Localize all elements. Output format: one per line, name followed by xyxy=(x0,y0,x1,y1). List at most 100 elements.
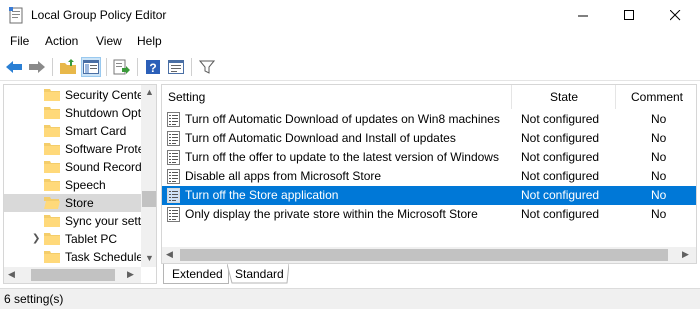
up-one-level-button[interactable] xyxy=(58,57,78,77)
menu-action[interactable]: Action xyxy=(45,34,78,48)
setting-name: Turn off the offer to update to the late… xyxy=(185,150,499,164)
folder-icon xyxy=(44,89,60,101)
show-hide-tree-icon xyxy=(83,60,99,74)
policy-setting-icon xyxy=(167,188,180,203)
folder-icon xyxy=(44,161,60,173)
maximize-button[interactable] xyxy=(606,0,652,31)
setting-comment: No xyxy=(651,131,667,145)
setting-name: Only display the private store within th… xyxy=(185,207,478,221)
close-button[interactable] xyxy=(652,0,698,31)
menu-file[interactable]: File xyxy=(10,34,29,48)
properties-icon xyxy=(168,60,184,74)
tree-item-label: Store xyxy=(65,196,94,210)
back-arrow-icon xyxy=(6,61,22,73)
menu-bar: File Action View Help xyxy=(0,31,700,52)
folder-icon xyxy=(44,107,60,119)
column-header-setting[interactable]: Setting xyxy=(162,85,512,109)
chevron-right-icon[interactable]: ❯ xyxy=(32,233,40,244)
tree-item-smart-card[interactable]: Smart Card xyxy=(4,122,141,140)
toolbar-separator xyxy=(106,58,107,76)
scroll-right-icon[interactable]: ▶ xyxy=(127,270,134,279)
tree-item-task-scheduler[interactable]: Task Schedule xyxy=(4,248,143,266)
table-row[interactable]: Turn off Automatic Download of updates o… xyxy=(162,110,696,129)
svg-text:?: ? xyxy=(149,61,156,75)
column-header-state[interactable]: State xyxy=(512,85,616,109)
setting-name: Turn off Automatic Download and Install … xyxy=(185,131,456,145)
tab-extended[interactable]: Extended xyxy=(163,264,229,284)
forward-button[interactable] xyxy=(27,57,47,77)
table-row[interactable]: Only display the private store within th… xyxy=(162,205,696,224)
setting-state: Not configured xyxy=(521,188,600,202)
tree-item-software-protection[interactable]: Software Prote xyxy=(4,140,145,158)
tree-item-tablet-pc[interactable]: ❯ Tablet PC xyxy=(4,230,141,248)
tree-item-store[interactable]: Store xyxy=(4,194,141,212)
tab-label: Extended xyxy=(172,267,223,281)
table-row[interactable]: Turn off Automatic Download and Install … xyxy=(162,129,696,148)
help-button[interactable]: ? xyxy=(143,57,163,77)
tree-item-sound-recorder[interactable]: Sound Record xyxy=(4,158,142,176)
tree-vertical-scrollbar[interactable]: ▲ ▼ xyxy=(141,85,156,267)
folder-icon xyxy=(44,125,60,137)
scroll-down-icon[interactable]: ▼ xyxy=(145,254,154,263)
policy-editor-icon xyxy=(9,7,23,24)
column-header-label: State xyxy=(550,90,579,104)
show-hide-tree-button[interactable] xyxy=(81,57,101,77)
maximize-icon xyxy=(623,10,634,20)
view-tabs: Extended Standard xyxy=(161,264,697,286)
help-icon: ? xyxy=(146,60,160,75)
scrollbar-thumb[interactable] xyxy=(180,249,668,261)
tree-item-label: Software Prote xyxy=(65,142,145,156)
close-icon xyxy=(669,10,680,21)
setting-state: Not configured xyxy=(521,131,600,145)
setting-name: Disable all apps from Microsoft Store xyxy=(185,169,382,183)
tree-item-speech[interactable]: Speech xyxy=(4,176,141,194)
settings-list[interactable]: Setting State Comment Turn off Automatic… xyxy=(161,84,697,264)
policy-setting-icon xyxy=(167,131,180,146)
tree-item-label: Shutdown Opt xyxy=(65,106,142,120)
scroll-right-icon[interactable]: ▶ xyxy=(682,250,689,259)
column-header-comment[interactable]: Comment xyxy=(616,85,696,109)
tree-item-security-center[interactable]: Security Cente xyxy=(4,86,144,104)
tree-item-shutdown-options[interactable]: Shutdown Opt xyxy=(4,104,141,122)
minimize-button[interactable] xyxy=(560,0,606,31)
setting-state: Not configured xyxy=(521,169,600,183)
setting-comment: No xyxy=(651,150,667,164)
back-button[interactable] xyxy=(4,57,24,77)
folder-icon xyxy=(44,179,60,191)
folder-open-icon xyxy=(44,197,60,209)
setting-state: Not configured xyxy=(521,112,600,126)
toolbar-separator xyxy=(52,58,53,76)
table-row[interactable]: Turn off the offer to update to the late… xyxy=(162,148,696,167)
policy-setting-icon xyxy=(167,169,180,184)
scroll-up-icon[interactable]: ▲ xyxy=(145,88,154,97)
properties-button[interactable] xyxy=(166,57,186,77)
minimize-icon xyxy=(577,15,588,17)
scrollbar-thumb[interactable] xyxy=(142,191,156,207)
export-list-icon xyxy=(113,59,130,75)
tab-standard[interactable]: Standard xyxy=(227,264,289,284)
menu-view[interactable]: View xyxy=(96,34,122,48)
list-horizontal-scrollbar[interactable]: ◀ ▶ xyxy=(162,247,696,263)
scrollbar-thumb[interactable] xyxy=(31,269,115,281)
table-row-selected[interactable]: Turn off the Store application Not confi… xyxy=(162,186,696,205)
tree-pane[interactable]: Security Cente Shutdown Opt Smart Card S… xyxy=(3,84,157,284)
folder-icon xyxy=(44,143,60,155)
setting-comment: No xyxy=(651,112,667,126)
filter-button[interactable] xyxy=(197,57,217,77)
folder-icon xyxy=(44,233,60,245)
tree-item-label: Sound Record xyxy=(65,160,142,174)
scroll-left-icon[interactable]: ◀ xyxy=(166,250,173,259)
menu-help[interactable]: Help xyxy=(137,34,162,48)
up-folder-icon xyxy=(60,59,76,74)
setting-comment: No xyxy=(651,169,667,183)
policy-setting-icon xyxy=(167,112,180,127)
tree-item-sync-settings[interactable]: Sync your sett xyxy=(4,212,141,230)
policy-setting-icon xyxy=(167,150,180,165)
table-row[interactable]: Disable all apps from Microsoft Store No… xyxy=(162,167,696,186)
scroll-left-icon[interactable]: ◀ xyxy=(8,270,15,279)
setting-state: Not configured xyxy=(521,207,600,221)
export-list-button[interactable] xyxy=(112,57,132,77)
forward-arrow-icon xyxy=(29,61,45,73)
tree-horizontal-scrollbar[interactable]: ◀ ▶ xyxy=(4,267,141,283)
setting-comment: No xyxy=(651,188,667,202)
